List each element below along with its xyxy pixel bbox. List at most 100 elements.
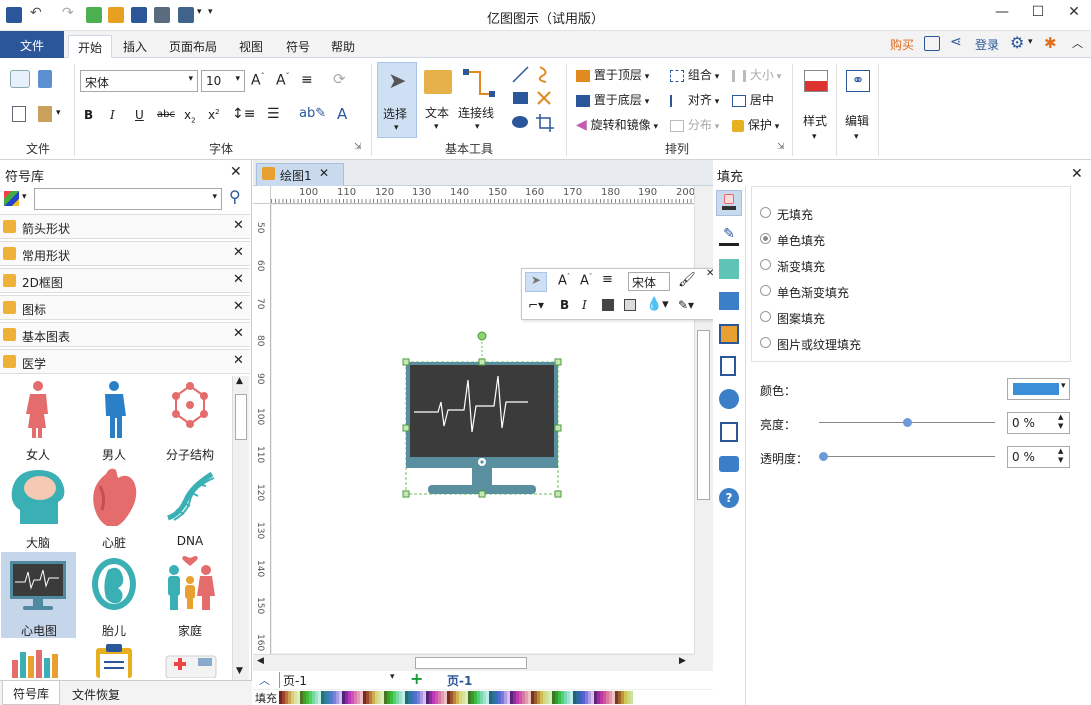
library-medical[interactable]: 医学 ✕ [0, 349, 250, 374]
strikethrough-icon[interactable]: abc [157, 109, 175, 120]
bring-front-icon[interactable] [602, 299, 614, 311]
bar-chart-shape-icon[interactable] [10, 646, 66, 678]
center-button[interactable]: 居中 [732, 91, 774, 108]
bold-icon[interactable]: B [560, 298, 569, 312]
tab-home[interactable]: 开始 [68, 35, 113, 58]
option-single-gradient-fill[interactable]: 单色渐变填充 [760, 284, 849, 301]
shape-tools[interactable] [510, 64, 558, 134]
login-link[interactable]: 登录 [975, 36, 999, 53]
canvas-horizontal-scrollbar[interactable]: ◀ ▶ [253, 654, 694, 670]
send-back-icon[interactable] [624, 299, 636, 311]
transparency-input[interactable]: 0 % ▲ ▼ [1007, 446, 1070, 468]
font-name-select[interactable]: 宋体 ▾ [80, 70, 198, 92]
superscript-icon[interactable]: x2 [208, 108, 220, 122]
rotate-mirror-button[interactable]: ◀ 旋转和镜像 ▾ [576, 116, 658, 133]
format-painter-icon[interactable]: 🖌 [678, 272, 696, 288]
spinner-icon[interactable]: ▲ ▼ [1058, 413, 1063, 431]
pointer-icon[interactable]: ➤ [525, 272, 547, 292]
copy-icon[interactable] [12, 106, 26, 122]
option-solid-fill[interactable]: 单色填充 [760, 232, 825, 249]
comment-tab-icon[interactable] [719, 456, 739, 472]
shape-family[interactable]: 家庭 [152, 552, 228, 638]
collapse-ribbon-icon[interactable]: ︿ [1072, 35, 1083, 51]
arrange-dialog-launcher-icon[interactable]: ⇲ [777, 142, 785, 152]
tab-view[interactable]: 视图 [230, 35, 272, 58]
line-color-icon[interactable]: ✎▾ [678, 298, 694, 312]
shape-brain[interactable]: 大脑 [0, 464, 76, 550]
shape-woman[interactable]: 女人 [0, 376, 76, 462]
library-icons[interactable]: 图标 ✕ [0, 295, 250, 320]
help-tab-icon[interactable]: ? [719, 488, 739, 508]
library-arrow-shapes[interactable]: 箭头形状 ✕ [0, 214, 250, 239]
theme-icon[interactable]: ✱ [1044, 34, 1057, 52]
tab-insert[interactable]: 插入 [114, 35, 156, 58]
format-painter-icon[interactable] [38, 70, 52, 88]
bring-front-button[interactable]: 置于顶层 ▾ [576, 66, 649, 83]
select-tool-button[interactable]: ➤ 选择 ▾ [377, 62, 417, 138]
page-tab[interactable]: 页-1 [447, 672, 472, 689]
library-common-shapes[interactable]: 常用形状 ✕ [0, 241, 250, 266]
settings-dropdown-icon[interactable]: ▾ [1028, 37, 1033, 47]
color-picker[interactable]: ▾ [1007, 378, 1070, 400]
scroll-thumb[interactable] [235, 394, 247, 440]
pages-up-icon[interactable]: ︿ [259, 672, 270, 688]
distribute-button[interactable]: 分布 ▾ [670, 116, 719, 133]
protect-button[interactable]: 保护 ▾ [732, 116, 779, 133]
font-dialog-launcher-icon[interactable]: ⇲ [354, 142, 362, 152]
share-icon[interactable]: ⋖ [950, 34, 962, 50]
library-icon[interactable] [4, 191, 19, 206]
paste-dropdown-icon[interactable]: ▾ [56, 108, 61, 118]
bullets-icon[interactable]: ☰ [267, 106, 280, 122]
maximize-button[interactable]: ☐ [1026, 4, 1050, 20]
paste-icon[interactable] [38, 106, 52, 122]
italic-icon[interactable]: I [582, 298, 587, 312]
font-shrink-icon[interactable]: Aˇ [276, 72, 290, 89]
close-icon[interactable]: ✕ [233, 272, 244, 287]
attachment-tab-icon[interactable] [720, 422, 738, 442]
font-shrink-icon[interactable]: Aˇ [580, 273, 592, 288]
close-icon[interactable]: ✕ [233, 326, 244, 341]
font-grow-icon[interactable]: Aˆ [251, 72, 265, 89]
text-tool-button[interactable]: 文本 ▾ [420, 62, 456, 138]
scroll-left-icon[interactable]: ◀ [257, 656, 264, 666]
fill-color-icon[interactable]: 💧▾ [646, 297, 669, 312]
group-button[interactable]: 组合 ▾ [670, 66, 719, 83]
slider-thumb[interactable] [903, 418, 912, 427]
rotation-handle[interactable] [477, 331, 487, 341]
connector-mini-icon[interactable]: ⌐▾ [528, 298, 544, 312]
image-tab-icon[interactable] [719, 292, 739, 310]
close-icon[interactable]: ✕ [233, 218, 244, 233]
clipboard-shape-icon[interactable] [94, 644, 134, 678]
line-tab-icon[interactable]: ✎ [719, 226, 739, 246]
close-icon[interactable]: ✕ [233, 245, 244, 260]
brightness-input[interactable]: 0 % ▲ ▼ [1007, 412, 1070, 434]
shape-man[interactable]: 男人 [76, 376, 152, 462]
library-dropdown-icon[interactable]: ▾ [22, 192, 27, 202]
scroll-thumb[interactable] [415, 657, 527, 669]
option-picture-fill[interactable]: 图片或纹理填充 [760, 336, 861, 353]
option-gradient-fill[interactable]: 渐变填充 [760, 258, 825, 275]
connector-tool-button[interactable]: 连接线 ▾ [458, 62, 500, 138]
edit-button[interactable]: ⚭ 编辑 ▾ [840, 64, 876, 144]
tab-symbol[interactable]: 符号 [277, 35, 319, 58]
subscript-icon[interactable]: x2 [184, 108, 196, 124]
scroll-thumb[interactable] [697, 330, 710, 500]
highlight-icon[interactable]: ab✎ [299, 106, 326, 121]
file-tab[interactable]: 文件 [0, 31, 64, 58]
tab-help[interactable]: 帮助 [322, 35, 364, 58]
hyperlink-tab-icon[interactable] [719, 389, 739, 409]
close-panel-icon[interactable]: ✕ [230, 164, 242, 180]
close-button[interactable]: ✕ [1062, 4, 1086, 20]
slider-thumb[interactable] [819, 452, 828, 461]
spinner-icon[interactable]: ▲ ▼ [1058, 447, 1063, 465]
minimize-button[interactable]: — [990, 4, 1014, 20]
shape-molecule[interactable]: 分子结构 [152, 376, 228, 462]
shape-ecg[interactable]: 心电图 [1, 552, 76, 638]
align-text-icon[interactable]: ≡ [301, 72, 313, 88]
option-no-fill[interactable]: 无填充 [760, 206, 813, 223]
library-basic-charts[interactable]: 基本图表 ✕ [0, 322, 250, 347]
style-button[interactable]: 样式 ▾ [798, 64, 834, 144]
canvas-vertical-scrollbar[interactable] [694, 186, 712, 654]
share-screen-icon[interactable] [924, 36, 940, 51]
shape-fetus[interactable]: 胎儿 [76, 552, 152, 638]
